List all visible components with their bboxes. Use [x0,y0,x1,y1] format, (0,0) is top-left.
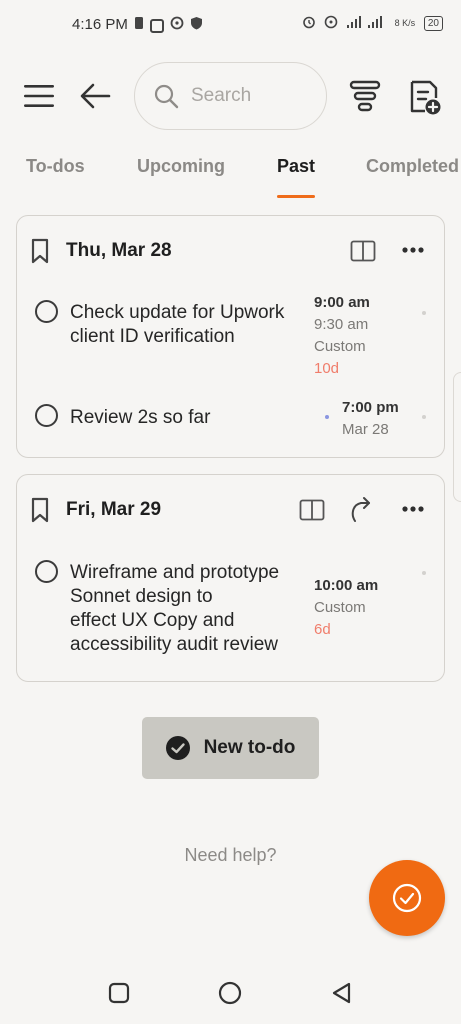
network-speed: 8 K/s [394,18,416,28]
new-todo-button[interactable]: New to-do [142,717,319,779]
todo-title[interactable]: Review 2s so far [70,406,315,430]
back-icon[interactable] [330,981,352,1005]
todo-checkbox[interactable] [35,560,58,583]
todo-title[interactable]: Wireframe and prototype Sonnet design to… [70,561,315,657]
menu-button[interactable] [20,78,58,114]
todo-date: Mar 28 [342,421,389,438]
status-time: 4:16 PM [72,16,128,33]
check-circle-icon [165,736,190,760]
group-date: Thu, Mar 28 [66,240,172,261]
todo-repeat: Custom [314,338,366,355]
tab-to-dos[interactable]: To-dos [26,156,85,177]
todo-repeat: Custom [314,599,366,616]
search-bar[interactable] [134,62,327,130]
back-button[interactable] [77,78,113,114]
alarm-icon [302,15,316,32]
status-dot [422,415,426,419]
todo-overdue: 10d [314,360,340,377]
search-input[interactable] [191,85,311,107]
new-todo-label: New to-do [203,737,296,758]
hotspot-icon [170,16,184,35]
hotspot-icon [324,15,338,32]
todo-time: 9:00 am [314,294,370,311]
split-view-icon[interactable] [299,499,325,521]
side-panel-handle[interactable] [453,372,461,502]
recents-icon[interactable] [108,982,130,1004]
tab-past[interactable]: Past [277,156,315,177]
day-group-card: Thu, Mar 28 Check update for Upwork clie… [16,215,445,458]
status-dot [325,415,329,419]
group-date: Fri, Mar 29 [66,499,162,520]
todo-overdue: 6d [314,621,331,638]
filter-icon [349,80,381,112]
split-view-icon[interactable] [350,240,376,262]
system-nav-bar [0,960,461,1024]
bookmark-icon[interactable] [30,238,50,264]
bookmark-icon[interactable] [30,497,50,523]
instagram-icon [150,18,164,33]
battery-icon: 20 [423,16,443,31]
todo-meta: 9:00 am 9:30 am Custom 10d [314,294,394,377]
new-note-icon [410,80,441,115]
todo-time: 10:00 am [314,577,379,594]
search-icon [154,84,179,109]
todo-end-time: 9:30 am [314,316,369,333]
todo-checkbox[interactable] [35,404,58,427]
todo-meta: 7:00 pm Mar 28 [342,399,422,438]
tab-completed[interactable]: Completed [366,156,459,177]
new-note-button[interactable] [405,76,445,118]
system-icons: 8 K/s 20 [302,15,443,32]
status-dot [422,571,426,575]
todo-meta: 10:00 am Custom 6d [314,577,404,638]
day-group-card: Fri, Mar 29 Wireframe and prototype Sonn… [16,474,445,682]
sim-icon [134,16,144,35]
home-icon[interactable] [218,981,242,1005]
menu-icon [24,85,54,107]
status-dot [422,311,426,315]
status-bar: 4:16 PM 8 K/s 20 [0,0,461,52]
active-tab-indicator [277,195,315,198]
todo-title[interactable]: Check update for Upwork client ID verifi… [70,301,315,349]
more-options-icon[interactable] [402,246,424,254]
todo-checkbox[interactable] [35,300,58,323]
check-circle-icon [392,883,422,913]
back-arrow-icon [80,83,111,109]
redo-icon[interactable] [349,495,375,523]
notification-icons [134,16,203,35]
todo-time: 7:00 pm [342,399,399,416]
filter-button[interactable] [345,76,385,116]
complete-fab[interactable] [369,860,445,936]
shield-icon [190,16,203,35]
more-options-icon[interactable] [402,505,424,513]
tab-upcoming[interactable]: Upcoming [137,156,225,177]
signal-icon [346,15,386,32]
